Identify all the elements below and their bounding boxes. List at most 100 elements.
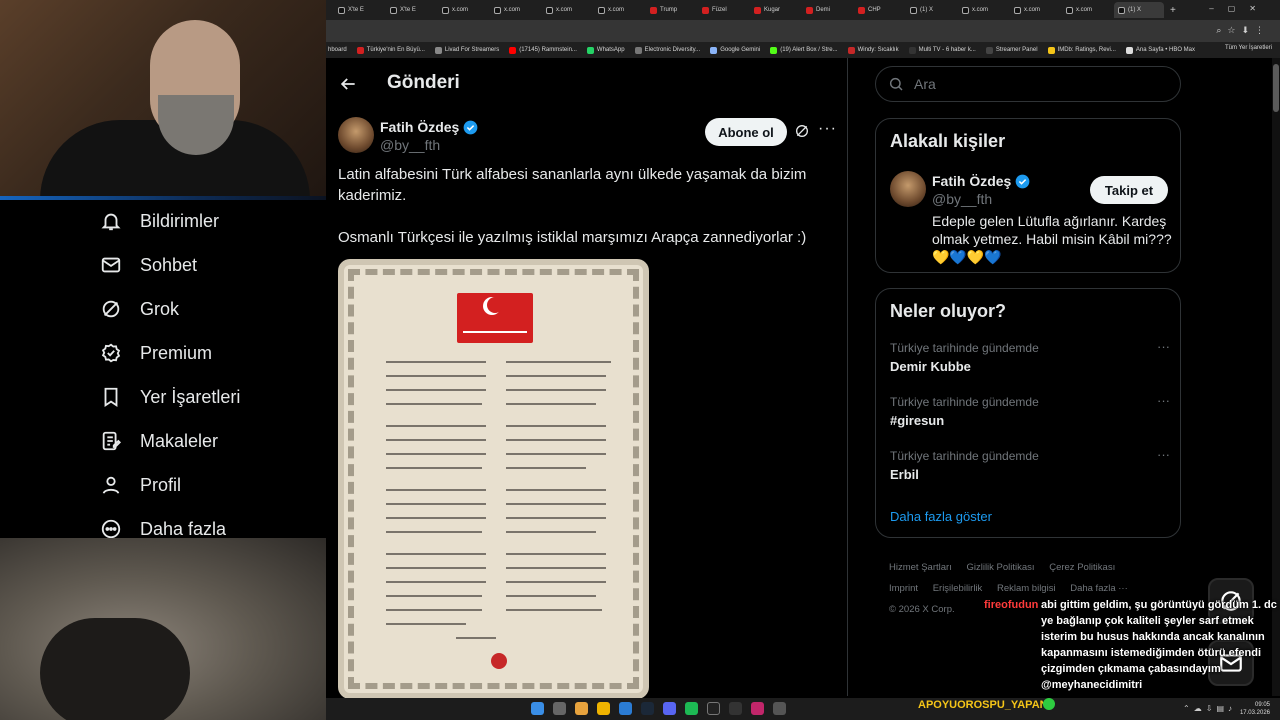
- post-paragraph: Osmanlı Türkçesi ile yazılmış istiklal m…: [338, 229, 807, 246]
- post-author[interactable]: Fatih Özdeş: [380, 119, 478, 135]
- footer-link[interactable]: Daha fazla ···: [1070, 583, 1128, 594]
- follow-button[interactable]: Takip et: [1090, 176, 1168, 204]
- app-icon[interactable]: [751, 702, 764, 715]
- show-more-link[interactable]: Daha fazla göster: [890, 509, 992, 524]
- trend-item[interactable]: Türkiye tarihinde gündemde Erbil ···: [890, 447, 1170, 482]
- app-icon[interactable]: [773, 702, 786, 715]
- folder-icon[interactable]: [597, 702, 610, 715]
- steam-icon[interactable]: [641, 702, 654, 715]
- browser-tab[interactable]: X'te E: [334, 2, 384, 18]
- browser-tab[interactable]: x.com: [490, 2, 540, 18]
- nav-item-grok[interactable]: Grok: [100, 294, 179, 324]
- tab-strip: X'te E X'te E x.com x.com x.com x.com Tr…: [326, 0, 1280, 20]
- x-icon: [546, 6, 553, 14]
- browser-tab[interactable]: x.com: [958, 2, 1008, 18]
- bookmark-item[interactable]: Ana Sayfa • HBO Max: [1125, 46, 1195, 54]
- browser-tab[interactable]: x.com: [438, 2, 488, 18]
- system-clock[interactable]: 09:05 17.03.2026: [1240, 701, 1270, 717]
- footer-link[interactable]: Hizmet Şartları: [889, 562, 952, 573]
- nav-label: Yer İşaretleri: [140, 386, 241, 407]
- chat-text: abi gittim geldim, şu görüntüyü gördüm 1…: [1041, 599, 1277, 691]
- bookmark-item[interactable]: WhatsApp: [586, 46, 625, 54]
- footer-link[interactable]: Çerez Politikası: [1049, 562, 1115, 573]
- stream-ticker: APOYUOROSPU_YAPAN: [918, 699, 1048, 711]
- footer-link[interactable]: Erişilebilirlik: [933, 583, 983, 594]
- trend-meta: Türkiye tarihinde gündemde: [890, 341, 1039, 355]
- bookmark-item[interactable]: (17145) Rammstein...: [509, 46, 577, 54]
- verified-icon: [463, 120, 478, 134]
- footer-link[interactable]: Gizlilik Politikası: [966, 562, 1034, 573]
- bookmark-item[interactable]: Türkiye'nin En Büyü...: [356, 46, 425, 54]
- author-handle[interactable]: @by__fth: [932, 191, 992, 207]
- related-author[interactable]: Fatih Özdeş: [932, 173, 1030, 189]
- verified-icon: [1015, 174, 1030, 188]
- new-tab-icon[interactable]: +: [1170, 5, 1176, 16]
- browser-tab-active[interactable]: (1) X: [1114, 2, 1164, 18]
- browser-tab[interactable]: (1) X: [906, 2, 956, 18]
- window-controls[interactable]: –▢✕: [1209, 4, 1270, 13]
- toolbar-icons[interactable]: ⌕☆⬇⋮: [1216, 25, 1270, 36]
- bookmark-item[interactable]: hboard: [328, 47, 347, 53]
- browser-tab[interactable]: Kugar: [750, 2, 800, 18]
- discord-icon[interactable]: [663, 702, 676, 715]
- browser-tab[interactable]: x.com: [1062, 2, 1112, 18]
- avatar[interactable]: [338, 117, 374, 153]
- more-options-icon[interactable]: ···: [1157, 447, 1170, 462]
- bookmark-item[interactable]: Google Gemini: [710, 46, 760, 54]
- browser-tab[interactable]: X'te E: [386, 2, 436, 18]
- trend-item[interactable]: Türkiye tarihinde gündemde Demir Kubbe ·…: [890, 339, 1170, 374]
- address-bar[interactable]: ⌕☆⬇⋮: [326, 20, 1280, 42]
- bookmark-item[interactable]: Multi TV - 6 haber k...: [908, 46, 976, 54]
- nav-item-bookmarks[interactable]: Yer İşaretleri: [100, 382, 240, 412]
- search-input[interactable]: [914, 76, 1164, 92]
- search-box[interactable]: [875, 66, 1181, 102]
- browser-tab[interactable]: Trump: [646, 2, 696, 18]
- nav-item-articles[interactable]: Makaleler: [100, 426, 218, 456]
- footer-link[interactable]: Imprint: [889, 583, 918, 594]
- bookmark-item[interactable]: Streamer Panel: [985, 46, 1038, 54]
- windows-start-icon[interactable]: [531, 702, 544, 715]
- trend-item[interactable]: Türkiye tarihinde gündemde #giresun ···: [890, 393, 1170, 428]
- grok-icon: [102, 300, 120, 318]
- browser-tab[interactable]: CHP: [854, 2, 904, 18]
- page-title: Gönderi: [387, 72, 460, 93]
- author-handle[interactable]: @by__fth: [380, 137, 440, 153]
- nav-item-premium[interactable]: Premium: [100, 338, 212, 368]
- browser-tab[interactable]: Füzel: [698, 2, 748, 18]
- back-arrow-icon[interactable]: [338, 74, 358, 94]
- browser-tab[interactable]: x.com: [1010, 2, 1060, 18]
- avatar[interactable]: [890, 171, 926, 207]
- nav-label: Grok: [140, 298, 180, 319]
- bio-text: Edeple gelen Lütufla ağırlanır. Kardeş o…: [932, 213, 1172, 247]
- subscribe-button[interactable]: Abone ol: [705, 118, 787, 146]
- more-options-icon[interactable]: ···: [1157, 393, 1170, 408]
- post-image[interactable]: [338, 259, 649, 699]
- more-options-icon[interactable]: ···: [1157, 339, 1170, 354]
- system-tray[interactable]: ⌃☁⇩▤♪: [1183, 704, 1236, 713]
- bookmark-item[interactable]: (19) Alert Box / Stre...: [770, 46, 838, 54]
- browser-tab[interactable]: Demi: [802, 2, 852, 18]
- browser-tab[interactable]: x.com: [542, 2, 592, 18]
- app-icon[interactable]: [729, 702, 742, 715]
- footer-link[interactable]: Reklam bilgisi: [997, 583, 1056, 594]
- bookmark-item[interactable]: IMDb: Ratings, Revi...: [1047, 46, 1116, 54]
- all-bookmarks[interactable]: Tüm Yer İşaretleri: [1225, 45, 1272, 51]
- bookmark-item[interactable]: Electronic Diversity...: [634, 46, 700, 54]
- nav-item-profile[interactable]: Profil: [100, 470, 181, 500]
- chrome-icon[interactable]: [575, 702, 588, 715]
- bookmark-icon: [634, 46, 642, 54]
- search-icon[interactable]: [553, 702, 566, 715]
- bookmark-item[interactable]: Livad For Streamers: [434, 46, 499, 54]
- epic-icon[interactable]: [707, 702, 720, 715]
- bookmark-item[interactable]: Windy: Sıcaklık: [847, 46, 899, 54]
- edge-icon[interactable]: [619, 702, 632, 715]
- webcam-feed: [0, 0, 326, 210]
- more-options-icon[interactable]: ···: [818, 120, 837, 138]
- nav-item-notifications[interactable]: Bildirimler: [100, 206, 219, 236]
- nav-label: Daha fazla: [140, 518, 227, 539]
- grok-icon[interactable]: [794, 123, 810, 139]
- browser-tab[interactable]: x.com: [594, 2, 644, 18]
- x-icon: [442, 6, 449, 14]
- spotify-icon[interactable]: [685, 702, 698, 715]
- nav-item-chat[interactable]: Sohbet: [100, 250, 197, 280]
